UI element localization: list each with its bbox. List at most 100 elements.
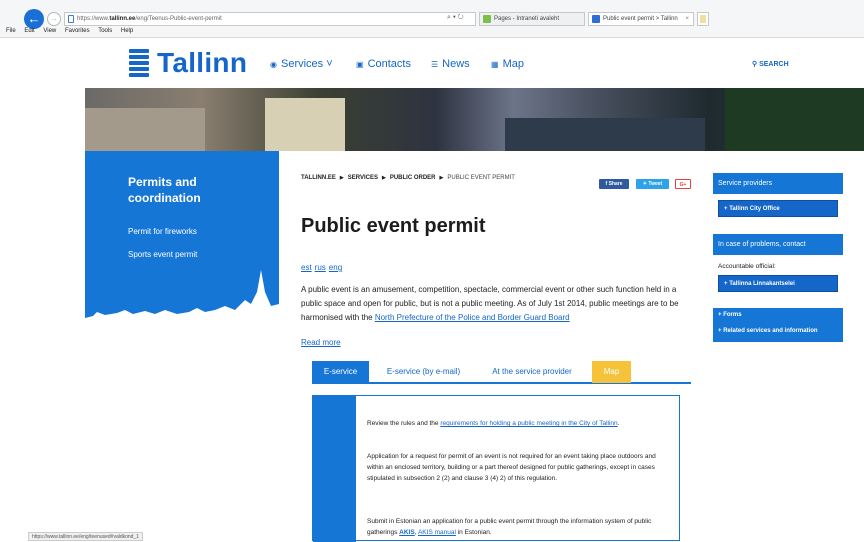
problems-contact-heading: In case of problems, contact [713,234,843,255]
page-icon [592,15,600,23]
menu-edit[interactable]: Edit [24,28,34,34]
back-button[interactable]: ← [24,9,44,29]
sidebar-link-fireworks[interactable]: Permit for fireworks [128,227,197,236]
twitter-tweet-label: Tweet [648,181,663,187]
provider-label: Tallinn City Office [729,206,780,212]
tab-label: Pages - Intraneti avaleht [494,16,560,22]
info-icon: ◉ [270,60,277,69]
breadcrumb-services[interactable]: SERVICES [348,175,378,181]
read-more-link[interactable]: Read more [301,338,341,347]
search-button[interactable]: ⚲ SEARCH [752,60,789,68]
plus-icon: + [724,206,728,212]
nav-contacts[interactable]: ▣ Contacts [356,58,411,70]
site-icon [68,15,74,23]
panel-stripe [313,396,356,542]
forms-link[interactable]: + Forms [718,312,742,318]
service-tabs: E-service E-service (by e-mail) At the s… [312,361,691,384]
service-providers-heading: Service providers [713,173,843,194]
submit-end: in Estonian. [455,529,492,536]
menu-help[interactable]: Help [121,28,133,34]
site-logo[interactable]: Tallinn [157,47,247,79]
browser-tab-intranet[interactable]: Pages - Intraneti avaleht [479,12,585,26]
lang-eng[interactable]: eng [329,263,342,272]
e-service-panel: Review the rules and the requirements fo… [312,395,680,542]
tab-map[interactable]: Map [592,361,631,383]
facebook-icon: f [605,181,608,187]
map-icon: ▦ [491,60,499,69]
contacts-icon: ▣ [356,60,364,69]
menu-file[interactable]: File [6,28,16,34]
tab-e-service[interactable]: E-service [312,361,369,383]
akis-link[interactable]: AKIS [399,529,415,536]
tab-service-provider[interactable]: At the service provider [482,361,582,383]
url-prefix: https://www. [77,16,110,22]
tab-e-service-email[interactable]: E-service (by e-mail) [376,361,471,383]
police-board-link[interactable]: North Prefecture of the Police and Borde… [375,313,570,322]
language-links: est rus eng [301,263,345,272]
nav-map-label: Map [502,58,524,70]
twitter-tweet-button[interactable]: ✦ Tweet [636,179,669,189]
address-bar[interactable]: https://www.tallinn.ee/eng/Teenus-Public… [64,12,476,26]
akis-manual-link[interactable]: AKIS manual [418,529,456,536]
lang-rus[interactable]: rus [315,263,326,272]
chevron-down-icon: ˅ [326,58,333,70]
menu-tools[interactable]: Tools [98,28,112,34]
chevron-right-icon: ▶ [439,175,444,181]
breadcrumb-home[interactable]: TALLINN.EE [301,175,336,181]
menu-favorites[interactable]: Favorites [65,28,90,34]
application-paragraph: Application for a request for permit of … [367,453,656,482]
search-refresh-icon[interactable]: ⌕ ▾ ↻ [447,12,464,24]
nav-services[interactable]: ◉ Services ˅ [270,58,333,70]
facebook-share-label: Share [608,181,623,187]
menu-view[interactable]: View [43,28,56,34]
forms-label: Forms [723,312,742,318]
browser-chrome: ← → https://www.tallinn.ee/eng/Teenus-Pu… [0,0,864,38]
plus-icon: + [718,312,722,318]
browser-tab-active[interactable]: Public event permit > Tallinn × [588,12,694,26]
google-plus-button[interactable]: G+ [675,179,691,189]
page-title: Public event permit [301,215,486,237]
search-label: SEARCH [759,61,789,68]
official-label: Tallinna Linnakantselei [729,281,795,287]
nav-contacts-label: Contacts [367,58,411,70]
intro-paragraph: A public event is an amusement, competit… [301,283,691,325]
section-title: Permits and coordination [128,175,201,205]
nav-map[interactable]: ▦ Map [491,58,524,70]
related-label: Related services and information [723,328,818,334]
submit-paragraph: Submit in Estonian an application for a … [367,516,667,538]
nav-services-label: Services [280,58,324,70]
nav-news-label: News [442,58,470,70]
requirements-link[interactable]: requirements for holding a public meetin… [440,420,617,427]
rules-text: Review the rules and the [367,420,441,427]
forms-related-panel: + Forms + Related services and informati… [713,308,843,342]
url-domain: tallinn.ee [109,16,136,22]
url-path: /eng/Teenus-Public-event-permit [135,16,222,22]
menu-bar: File Edit View Favorites Tools Help [6,28,140,34]
chevron-right-icon: ▶ [339,175,344,181]
plus-icon: + [718,328,722,334]
breadcrumb-public-order[interactable]: PUBLIC ORDER [390,175,436,181]
forward-button[interactable]: → [47,12,61,26]
chevron-right-icon: ▶ [381,175,386,181]
status-bar-url: https://www.tallinn.ee/eng/teenused#vald… [28,532,144,541]
related-services-link[interactable]: + Related services and information [718,328,818,334]
page-icon [483,15,491,23]
lang-est[interactable]: est [301,263,312,272]
breadcrumb-current: PUBLIC EVENT PERMIT [447,175,515,181]
sidebar-link-sports-event[interactable]: Sports event permit [128,250,197,259]
close-icon[interactable]: × [685,13,689,26]
twitter-icon: ✦ [642,181,647,187]
plus-icon: + [724,281,728,287]
provider-tallinn-city-office[interactable]: + Tallinn City Office [718,200,838,217]
rules-end: . [617,420,620,427]
official-linnakantselei[interactable]: + Tallinna Linnakantselei [718,275,838,292]
facebook-share-button[interactable]: f Share [599,179,629,189]
tallinn-logo-icon[interactable] [129,49,149,77]
breadcrumb: TALLINN.EE ▶ SERVICES ▶ PUBLIC ORDER ▶ PUBLIC … [301,175,515,181]
new-tab-button[interactable] [697,12,709,26]
rules-paragraph: Review the rules and the requirements fo… [367,418,667,429]
nav-news[interactable]: ☰ News [431,58,470,70]
hero-banner-image [85,88,864,151]
tab-label: Public event permit > Tallinn [603,16,678,22]
search-icon: ⚲ [752,61,758,68]
